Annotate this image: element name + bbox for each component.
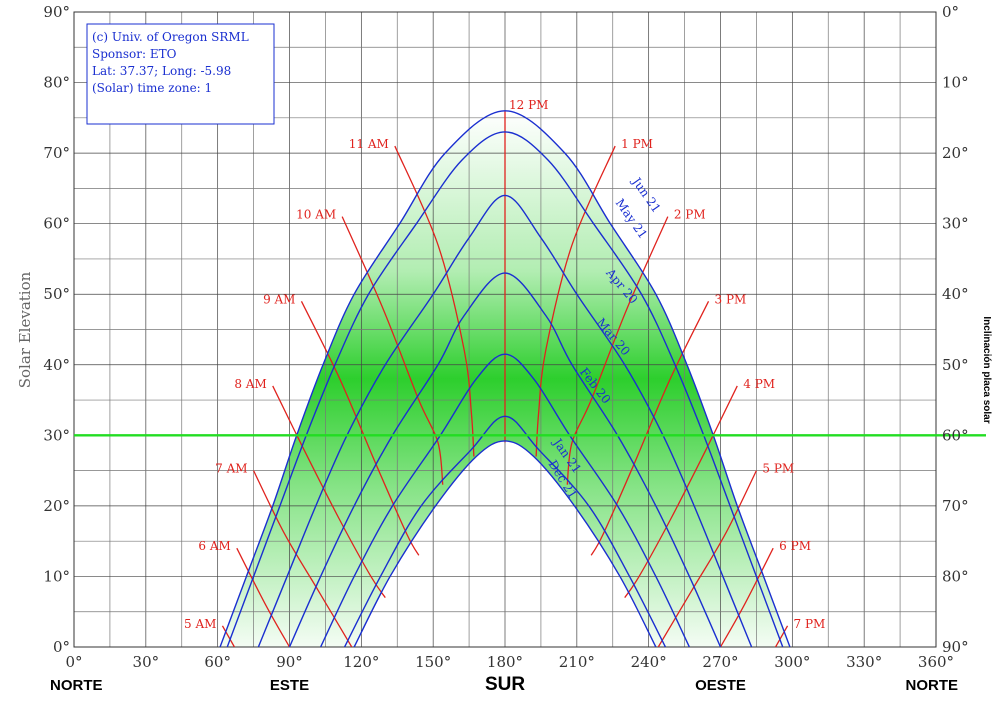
hour-label: 7 AM	[215, 462, 247, 476]
direction-label: SUR	[485, 674, 525, 695]
hour-label: 4 PM	[743, 377, 775, 391]
y2-tick-label: 0°	[942, 3, 959, 21]
hour-label: 7 PM	[794, 617, 826, 631]
y-tick-label: 40°	[43, 356, 70, 374]
y2-tick-label: 70°	[942, 497, 969, 515]
direction-label: NORTE	[50, 677, 103, 694]
x-tick-label: 180°	[487, 653, 523, 671]
y2-tick-label: 80°	[942, 567, 969, 585]
info-line-3: Lat: 37.37; Long: -5.98	[92, 64, 231, 78]
hour-label: 1 PM	[621, 137, 653, 151]
y2-axis-title: Inclinación placa solar	[981, 316, 992, 423]
x-tick-label: 120°	[343, 653, 379, 671]
y-tick-label: 50°	[43, 285, 70, 303]
y-tick-label: 90°	[43, 3, 70, 21]
direction-label: OESTE	[695, 677, 746, 694]
y-tick-label: 80°	[43, 74, 70, 92]
y-tick-label: 20°	[43, 497, 70, 515]
y2-tick-label: 90°	[942, 638, 969, 656]
y-tick-label: 0°	[53, 638, 70, 656]
hour-label: 9 AM	[263, 292, 295, 306]
info-line-2: Sponsor: ETO	[92, 47, 177, 61]
info-line-4: (Solar) time zone: 1	[92, 81, 212, 95]
y2-tick-label: 20°	[942, 144, 969, 162]
y-tick-label: 60°	[43, 215, 70, 233]
x-tick-label: 60°	[204, 653, 231, 671]
y2-tick-label: 40°	[942, 285, 969, 303]
x-tick-label: 90°	[276, 653, 303, 671]
hour-label: 2 PM	[674, 208, 706, 222]
hour-label: 12 PM	[509, 98, 548, 112]
x-tick-label: 240°	[631, 653, 667, 671]
direction-label: NORTE	[906, 677, 959, 694]
info-line-1: (c) Univ. of Oregon SRML	[92, 30, 249, 44]
x-tick-label: 330°	[846, 653, 882, 671]
x-tick-label: 210°	[559, 653, 595, 671]
y-axis-title: Solar Elevation	[16, 271, 34, 388]
hour-label: 6 PM	[779, 539, 811, 553]
y2-tick-label: 30°	[942, 215, 969, 233]
hour-label: 3 PM	[715, 292, 747, 306]
hour-label: 5 AM	[184, 617, 216, 631]
x-tick-label: 150°	[415, 653, 451, 671]
y-tick-label: 10°	[43, 567, 70, 585]
hour-label: 10 AM	[296, 208, 336, 222]
y-tick-label: 70°	[43, 144, 70, 162]
y-tick-label: 30°	[43, 426, 70, 444]
x-tick-label: 300°	[774, 653, 810, 671]
info-box: (c) Univ. of Oregon SRML Sponsor: ETO La…	[86, 23, 275, 125]
y2-tick-label: 10°	[942, 74, 969, 92]
hour-label: 11 AM	[349, 137, 389, 151]
sun-path-chart: 5 AM 6 AM 7 AM 8 AM 9 AM 10 AM 11 AM 12 PM 1 PM 2…	[16, 3, 992, 695]
hour-label: 5 PM	[762, 462, 794, 476]
hour-label: 8 AM	[234, 377, 266, 391]
x-tick-label: 30°	[133, 653, 160, 671]
y2-tick-label: 60°	[942, 426, 969, 444]
x-tick-label: 270°	[702, 653, 738, 671]
hour-label: 6 AM	[198, 539, 230, 553]
direction-label: ESTE	[270, 677, 309, 694]
y2-tick-label: 50°	[942, 356, 969, 374]
